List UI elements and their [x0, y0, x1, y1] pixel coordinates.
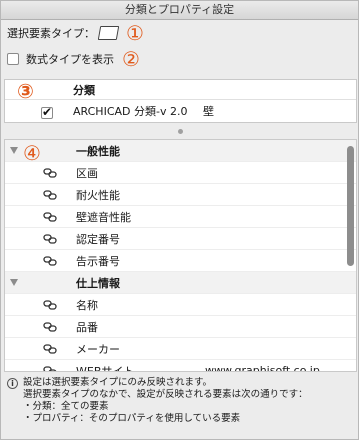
property-row[interactable]: WEBサイト www.graphisoft.co.jp — [5, 360, 356, 372]
property-group-label: 仕上情報 — [76, 276, 120, 290]
property-row[interactable]: 壁遮音性能 — [5, 206, 356, 228]
property-row[interactable]: メーカー — [5, 338, 356, 360]
callout-2: ② — [122, 47, 140, 71]
expand-triangle-icon[interactable] — [10, 147, 18, 154]
property-group-row[interactable]: 仕上情報 — [5, 272, 356, 294]
panel-splitter[interactable] — [4, 125, 357, 137]
property-label: 名称 — [76, 298, 98, 312]
property-row[interactable]: 耐火性能 — [5, 184, 356, 206]
callout-3: ③ — [17, 79, 34, 103]
link-icon — [43, 322, 57, 332]
property-scrollbar[interactable] — [347, 146, 354, 366]
link-icon — [43, 212, 57, 222]
info-line: 選択要素タイプのなかで、設定が反映される要素は次の通りです： — [23, 389, 308, 400]
info-line: ・分類：全ての要素 — [23, 401, 109, 412]
property-group-label: 一般性能 — [76, 144, 120, 158]
property-label: 耐火性能 — [76, 188, 120, 202]
link-icon — [43, 344, 57, 354]
property-row[interactable]: 品番 — [5, 316, 356, 338]
property-label: WEBサイト — [76, 364, 135, 372]
property-row[interactable]: 区画 — [5, 162, 356, 184]
info-note: i 設定は選択要素タイプにのみ反映されます。 選択要素タイプのなかで、設定が反映さ… — [7, 377, 352, 425]
property-label: 壁遮音性能 — [76, 210, 131, 224]
link-icon — [43, 300, 57, 310]
link-icon — [43, 234, 57, 244]
classification-panel: ③ 分類 ARCHICAD 分類-v 2.0 壁 — [4, 79, 357, 123]
expand-triangle-icon[interactable] — [10, 279, 18, 286]
info-line: 設定は選択要素タイプにのみ反映されます。 — [23, 377, 213, 388]
link-icon — [43, 256, 57, 266]
property-value[interactable]: www.graphisoft.co.jp — [205, 364, 320, 371]
info-icon: i — [7, 378, 18, 389]
property-row[interactable]: 認定番号 — [5, 228, 356, 250]
classification-header-row: ③ 分類 — [5, 79, 356, 103]
scroll-thumb[interactable] — [347, 146, 354, 266]
element-type-row: 選択要素タイプ： ① — [7, 23, 144, 43]
property-label: 区画 — [76, 166, 98, 180]
callout-4: ④ — [23, 141, 41, 165]
property-panel: ④ 一般性能区画耐火性能壁遮音性能認定番号告示番号仕上情報名称品番メーカー WEB… — [4, 139, 357, 372]
property-row[interactable]: 告示番号 — [5, 250, 356, 272]
property-group-row[interactable]: 一般性能 — [5, 140, 356, 162]
info-line: ・プロパティ：そのプロパティを使用している要素 — [23, 413, 241, 424]
link-icon — [43, 190, 57, 200]
classification-checkbox[interactable] — [41, 105, 53, 119]
property-label: 認定番号 — [76, 232, 120, 246]
formula-label[interactable]: 数式タイプを表示 — [26, 51, 114, 67]
link-icon — [43, 168, 57, 178]
property-label: 告示番号 — [76, 254, 120, 268]
property-label: 品番 — [76, 320, 98, 334]
window-title: 分類とプロパティ設定 — [1, 1, 358, 20]
classification-name: ARCHICAD 分類-v 2.0 — [73, 105, 188, 118]
property-row[interactable]: 名称 — [5, 294, 356, 316]
formula-checkbox[interactable] — [7, 53, 19, 65]
callout-1: ① — [126, 21, 144, 45]
classification-row[interactable]: ARCHICAD 分類-v 2.0 壁 — [5, 100, 356, 122]
property-label: メーカー — [76, 342, 120, 356]
element-type-label: 選択要素タイプ： — [7, 27, 95, 40]
wall-element-icon[interactable] — [97, 26, 120, 40]
formula-toggle-row[interactable]: 数式タイプを表示 ② — [7, 49, 140, 69]
classification-property-settings-window: 分類とプロパティ設定 選択要素タイプ： ① 数式タイプを表示 ② ③ 分類 AR… — [0, 0, 359, 440]
link-icon — [43, 366, 57, 371]
classification-value[interactable]: 壁 — [203, 103, 214, 119]
classification-header: 分類 — [73, 83, 95, 97]
splitter-handle[interactable] — [178, 128, 183, 134]
